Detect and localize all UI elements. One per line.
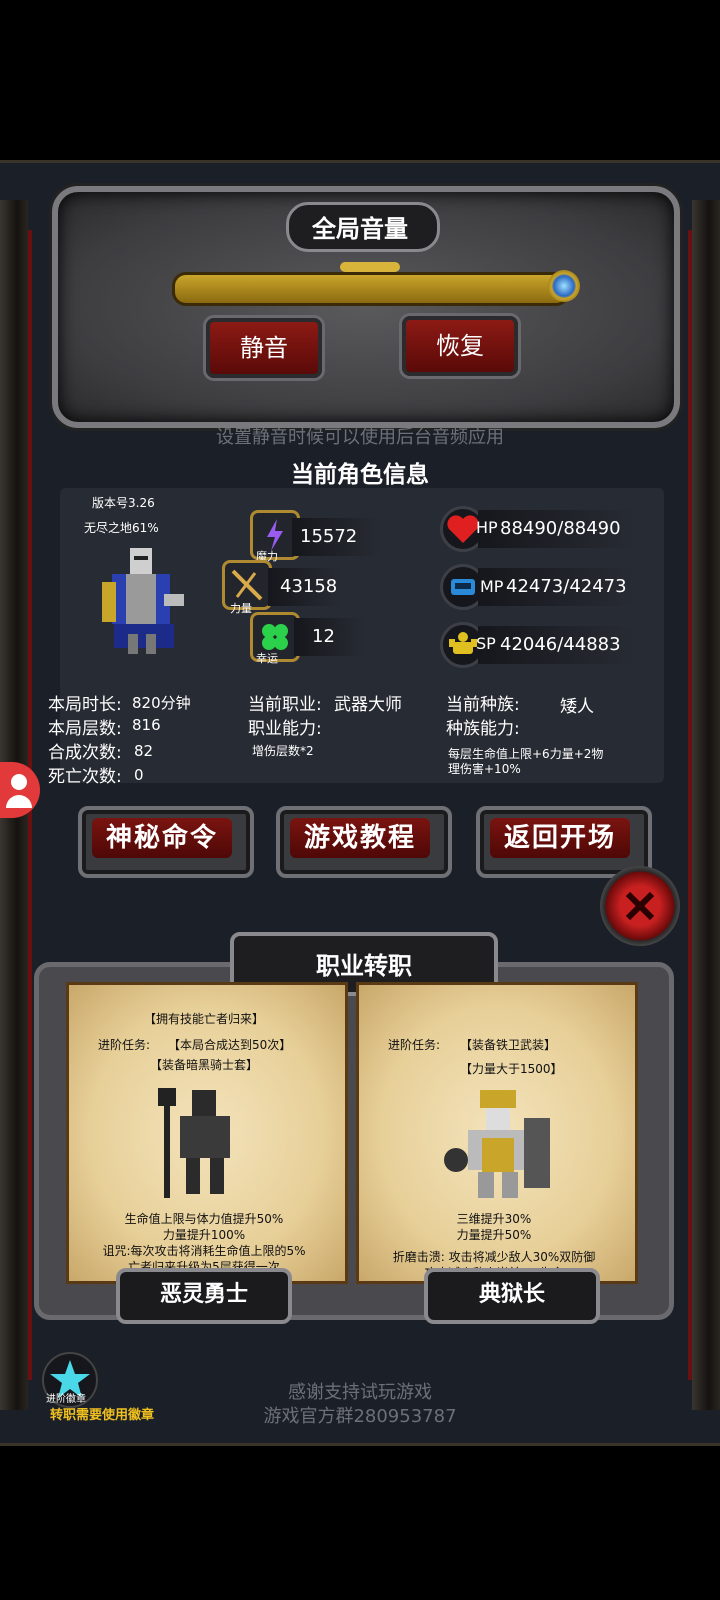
character-sprite — [102, 548, 184, 654]
tutorial-button[interactable]: 游戏教程 — [276, 806, 452, 878]
volume-slider[interactable] — [172, 272, 570, 306]
card1-effect-2: 力量提升100% — [162, 1228, 246, 1242]
race-ability-line2: 理伤害+10% — [448, 762, 521, 776]
right-ornate-rail — [692, 200, 720, 1410]
duration-label: 本局时长: — [48, 695, 122, 715]
job-value: 武器大师 — [334, 695, 402, 715]
mute-button[interactable]: 静音 — [206, 318, 322, 378]
wraith-warrior-name[interactable]: 恶灵勇士 — [116, 1268, 292, 1324]
secret-command-button[interactable]: 神秘命令 — [78, 806, 254, 878]
user-icon — [6, 774, 32, 808]
location-progress: 无尽之地61% — [84, 521, 159, 535]
sp-value: 42046/44883 — [500, 634, 621, 655]
card1-effect-3: 诅咒:每次攻击将消耗生命值上限的5% — [102, 1244, 306, 1258]
card1-req-2: 【本局合成达到50次】 — [168, 1038, 292, 1052]
mp-value: 42473/42473 — [506, 576, 627, 597]
card2-req-1: 【装备铁卫武装】 — [460, 1038, 557, 1052]
hp-label: HP — [476, 518, 498, 537]
slider-ornament — [340, 262, 400, 272]
close-button[interactable] — [600, 866, 680, 946]
magic-value: 15572 — [300, 526, 358, 547]
thanks-text: 感谢支持试玩游戏 — [288, 1382, 432, 1403]
card1-effect-1: 生命值上限与体力值提升50% — [124, 1212, 284, 1226]
job-change-title: 职业转职 — [316, 952, 412, 980]
job-ability-label: 职业能力: — [248, 719, 322, 739]
warden-name[interactable]: 典狱长 — [424, 1268, 600, 1324]
character-info-title: 当前角色信息 — [291, 462, 429, 488]
card2-req-2: 【力量大于1500】 — [460, 1062, 563, 1076]
strength-label: 力量 — [230, 602, 252, 615]
luck-label: 幸运 — [256, 652, 278, 665]
deaths-label: 死亡次数: — [48, 767, 122, 787]
race-ability-label: 种族能力: — [446, 719, 520, 739]
card2-effect-2: 力量提升50% — [456, 1228, 532, 1242]
back-to-start-label: 返回开场 — [490, 818, 630, 858]
official-group-text: 游戏官方群280953787 — [263, 1406, 457, 1427]
card2-task-label: 进阶任务: — [388, 1038, 441, 1052]
mp-label: MP — [480, 577, 504, 596]
hp-value: 88490/88490 — [500, 518, 621, 539]
wraith-warrior-sprite — [158, 1088, 230, 1198]
luck-value: 12 — [312, 626, 335, 647]
job-ability-value: 增伤层数*2 — [252, 744, 314, 758]
merges-value: 82 — [134, 742, 154, 760]
floors-label: 本局层数: — [48, 719, 122, 739]
deaths-value: 0 — [134, 766, 144, 784]
job-label: 当前职业: — [248, 695, 322, 715]
restore-button[interactable]: 恢复 — [402, 316, 518, 376]
volume-hint: 设置静音时候可以使用后台音频应用 — [216, 427, 504, 448]
sp-label: SP — [476, 634, 496, 653]
race-value: 矮人 — [560, 697, 594, 717]
volume-title: 全局音量 — [312, 215, 408, 243]
secret-command-label: 神秘命令 — [92, 818, 232, 858]
card2-effect-3: 折磨击溃: 攻击将减少敌人30%双防御 — [392, 1250, 596, 1264]
warden-sprite — [444, 1090, 550, 1198]
close-icon — [625, 891, 655, 921]
card1-req-1: 【拥有技能亡者归来】 — [143, 1012, 264, 1026]
merges-label: 合成次数: — [48, 743, 122, 763]
card1-req-3: 【装备暗黑骑士套】 — [149, 1058, 258, 1072]
version-label: 版本号3.26 — [92, 496, 155, 510]
race-label: 当前种族: — [446, 695, 520, 715]
card2-effect-1: 三维提升30% — [456, 1212, 532, 1226]
volume-slider-knob[interactable] — [548, 270, 580, 302]
floors-value: 816 — [132, 716, 161, 734]
duration-value: 820分钟 — [132, 694, 191, 712]
strength-value: 43158 — [280, 576, 338, 597]
card1-task-label: 进阶任务: — [98, 1038, 151, 1052]
tutorial-label: 游戏教程 — [290, 818, 430, 858]
back-to-start-button[interactable]: 返回开场 — [476, 806, 652, 878]
right-red-trim — [688, 230, 692, 1380]
